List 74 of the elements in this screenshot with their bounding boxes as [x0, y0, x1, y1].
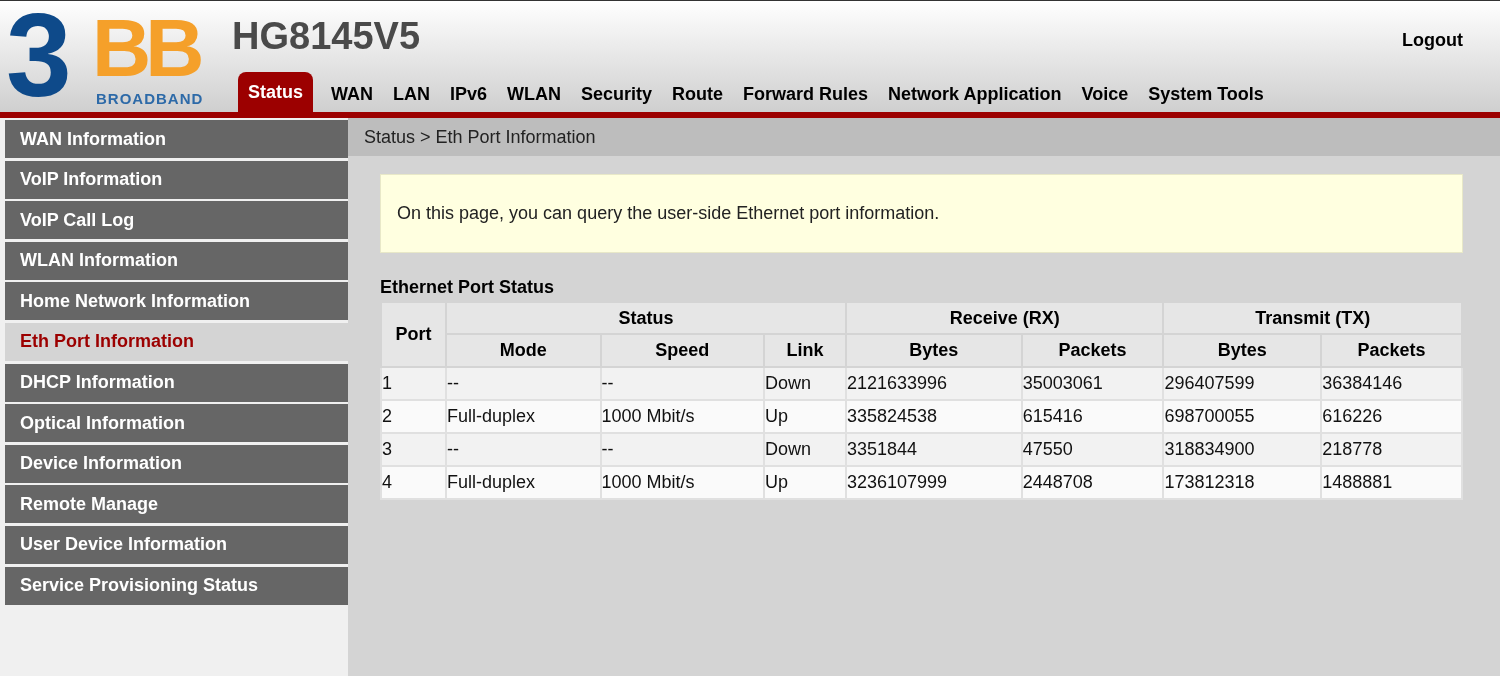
table-header: Bytes — [845, 334, 1022, 367]
table-header: Link — [764, 334, 846, 367]
table-cell: Up — [764, 466, 846, 499]
sidebar-item[interactable]: VoIP Information — [5, 160, 348, 199]
table-header: Bytes — [1163, 334, 1322, 367]
table-cell: 616226 — [1321, 400, 1462, 433]
table-header: Packets — [1321, 334, 1462, 367]
table-cell: 173812318 — [1163, 466, 1322, 499]
table-cell: 2448708 — [1021, 466, 1164, 499]
sidebar-item[interactable]: DHCP Information — [5, 363, 348, 402]
logo-numeral: 3 — [6, 3, 72, 107]
table-cell: -- — [445, 433, 601, 466]
sidebar-item[interactable]: Optical Information — [5, 404, 348, 443]
nav-tab[interactable]: WLAN — [499, 72, 570, 112]
nav-tab[interactable]: Forward Rules — [735, 72, 877, 112]
table-cell: 318834900 — [1163, 433, 1322, 466]
table-cell: 698700055 — [1163, 400, 1322, 433]
table-title: Ethernet Port Status — [380, 275, 556, 299]
nav-tab[interactable]: Voice — [1073, 72, 1137, 112]
table-cell: Up — [764, 400, 846, 433]
table-cell: 4 — [381, 466, 446, 499]
table-header: Transmit (TX) — [1163, 302, 1462, 334]
sidebar-item[interactable]: WAN Information — [5, 120, 348, 158]
table-header: Status — [445, 302, 846, 334]
table-cell: -- — [600, 433, 765, 466]
table-cell: 2 — [381, 400, 446, 433]
table-cell: 3351844 — [845, 433, 1022, 466]
table-cell: Down — [764, 433, 846, 466]
table-cell: Down — [764, 367, 846, 400]
nav-tab[interactable]: LAN — [385, 72, 438, 112]
sidebar-item[interactable]: Device Information — [5, 444, 348, 483]
table-cell: 35003061 — [1021, 367, 1164, 400]
table-cell: 2121633996 — [845, 367, 1022, 400]
model-title: HG8145V5 — [232, 17, 420, 55]
logo-tagline: BROADBAND — [96, 91, 204, 106]
table-cell: Full-duplex — [445, 400, 601, 433]
sidebar-item[interactable]: WLAN Information — [5, 241, 348, 280]
nav-tab[interactable]: Security — [573, 72, 661, 112]
table-cell: 3 — [381, 433, 446, 466]
nav-tab[interactable]: WAN — [323, 72, 381, 112]
nav-tab[interactable]: Network Application — [880, 72, 1070, 112]
table-cell: 296407599 — [1163, 367, 1322, 400]
nav-tab[interactable]: IPv6 — [442, 72, 496, 112]
table-cell: 36384146 — [1321, 367, 1462, 400]
table-cell: 335824538 — [845, 400, 1022, 433]
sidebar-item[interactable]: Service Provisioning Status — [5, 566, 348, 605]
sidebar-item[interactable]: Remote Manage — [5, 485, 348, 524]
sidebar-item[interactable]: User Device Information — [5, 525, 348, 564]
table-cell: -- — [445, 367, 601, 400]
table-cell: 47550 — [1021, 433, 1164, 466]
table-cell: -- — [600, 367, 765, 400]
table-header: Packets — [1021, 334, 1164, 367]
sidebar-item[interactable]: Eth Port Information — [5, 322, 348, 361]
table-cell: Full-duplex — [445, 466, 601, 499]
table-cell: 1000 Mbit/s — [600, 466, 765, 499]
logo-letters: BB — [92, 7, 199, 89]
nav-tab[interactable]: Status — [238, 72, 313, 112]
sidebar-item[interactable]: VoIP Call Log — [5, 201, 348, 240]
table-header: Receive (RX) — [845, 302, 1164, 334]
table-header: Mode — [445, 334, 601, 367]
sidebar-item[interactable]: Home Network Information — [5, 282, 348, 321]
logout-link[interactable]: Logout — [1402, 27, 1463, 54]
nav-tab[interactable]: Route — [664, 72, 732, 112]
table-cell: 1 — [381, 367, 446, 400]
table-header: Speed — [600, 334, 765, 367]
table-cell: 1488881 — [1321, 466, 1462, 499]
nav-tab[interactable]: System Tools — [1140, 72, 1272, 112]
breadcrumb: Status > Eth Port Information — [348, 118, 1500, 156]
table-cell: 218778 — [1321, 433, 1462, 466]
table-cell: 1000 Mbit/s — [600, 400, 765, 433]
table-cell: 615416 — [1021, 400, 1164, 433]
table-header: Port — [381, 302, 446, 367]
table-cell: 3236107999 — [845, 466, 1022, 499]
notice-text: On this page, you can query the user-side Ethernet port information. — [380, 174, 1463, 253]
